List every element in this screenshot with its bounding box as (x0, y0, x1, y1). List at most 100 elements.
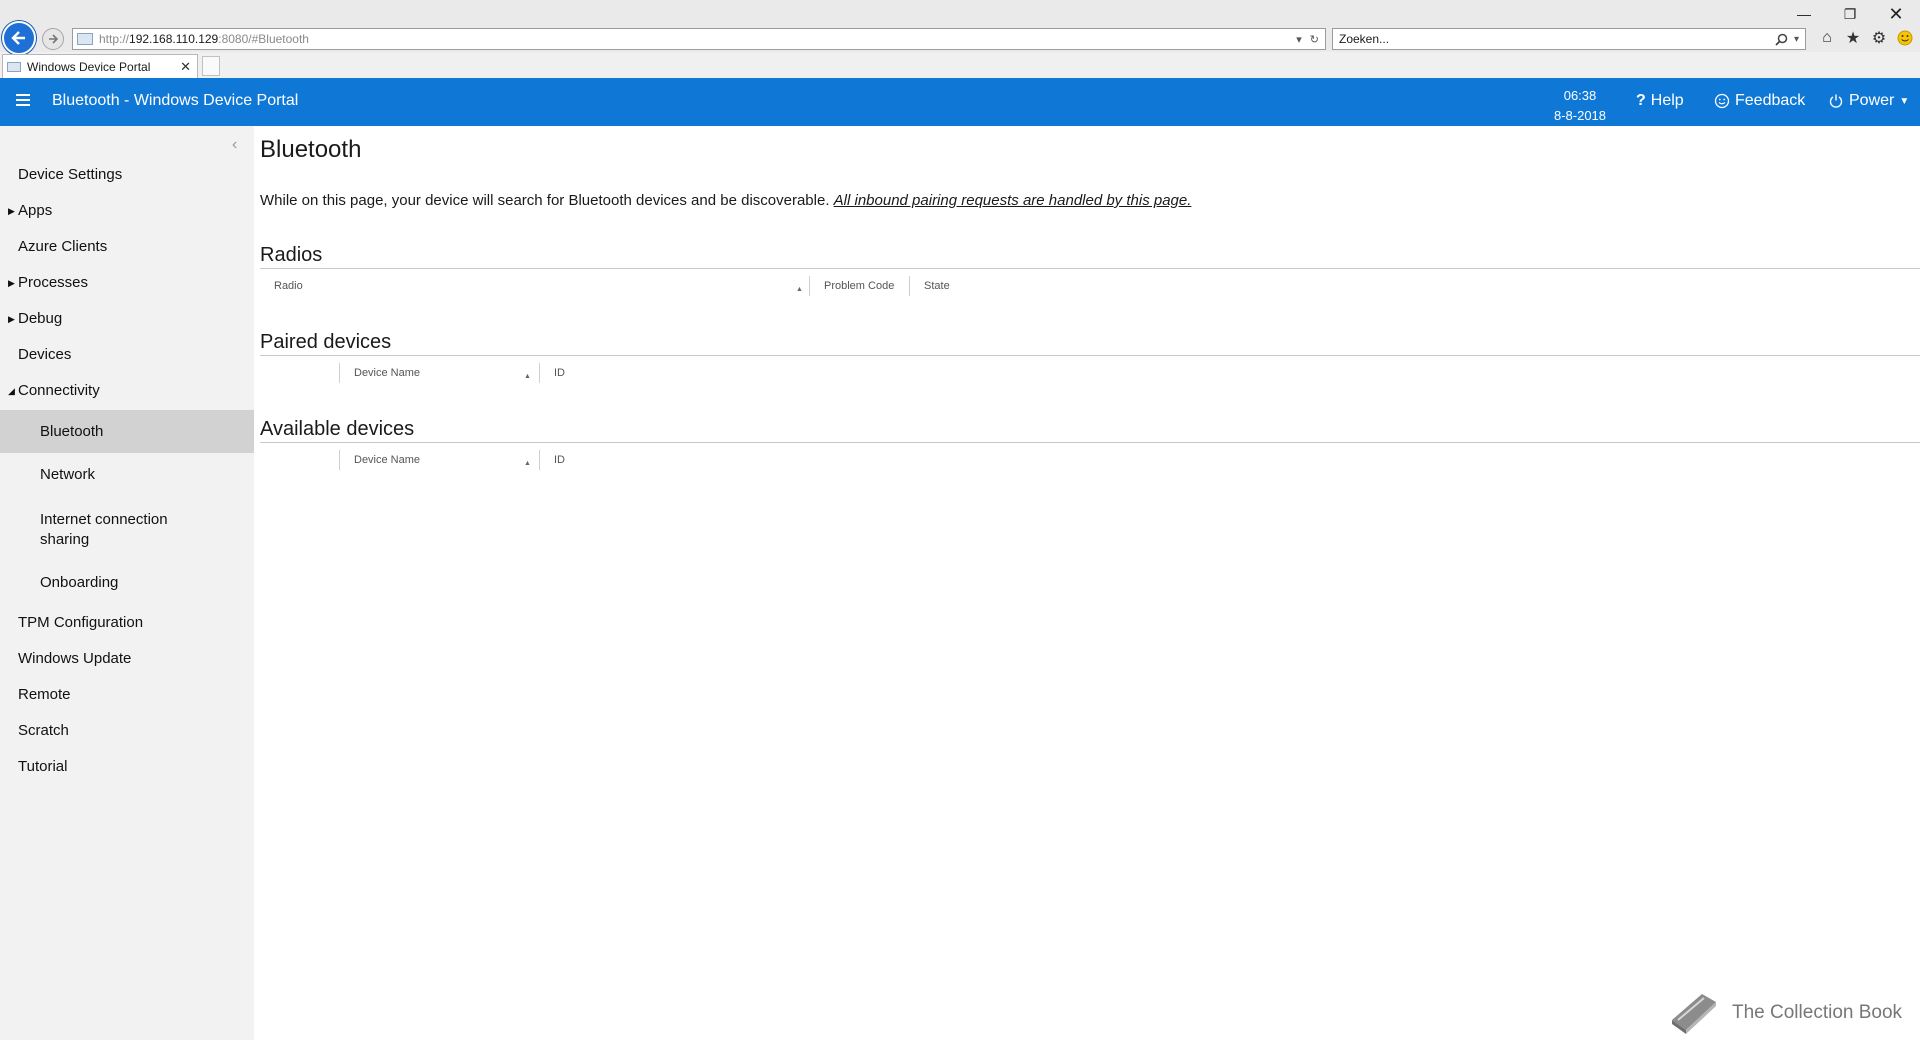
sidebar-item-scratch[interactable]: Scratch (0, 722, 254, 746)
forward-button[interactable] (42, 28, 64, 50)
chevron-down-icon: ▼ (1899, 95, 1910, 107)
site-favicon-icon (77, 33, 93, 45)
section-divider (260, 355, 1920, 356)
feedback-smiley-icon (1714, 93, 1730, 109)
sidebar-item-processes[interactable]: ▶ Processes (0, 274, 254, 298)
expand-caret-icon: ▶ (8, 278, 15, 288)
power-button[interactable]: Power ▼ (1828, 92, 1909, 110)
sidebar-item-device-settings[interactable]: Device Settings (0, 166, 254, 190)
dropdown-icon[interactable]: ▾ (1296, 33, 1302, 46)
sidebar-item-label: Scratch (18, 722, 69, 739)
sort-ascending-icon[interactable]: ▲ (524, 460, 531, 467)
sidebar-item-label: Onboarding (40, 574, 119, 591)
address-bar[interactable]: http://192.168.110.129:8080/#Bluetooth ▾… (72, 28, 1326, 50)
minimize-icon[interactable]: — (1784, 2, 1824, 26)
watermark: The Collection Book (1668, 990, 1902, 1036)
sidebar-item-label: Internet connection sharing (40, 511, 168, 548)
settings-gear-icon[interactable]: ⚙ (1870, 29, 1888, 47)
sidebar-item-debug[interactable]: ▶ Debug (0, 310, 254, 334)
tab-title: Windows Device Portal (27, 59, 151, 74)
help-button[interactable]: ? Help (1636, 92, 1684, 110)
book-icon (1672, 994, 1716, 1034)
search-box[interactable]: Zoeken... ▾ (1332, 28, 1806, 50)
sidebar-item-remote[interactable]: Remote (0, 686, 254, 710)
browser-chrome: http://192.168.110.129:8080/#Bluetooth ▾… (0, 0, 1920, 78)
power-icon (1829, 94, 1843, 108)
sidebar-item-apps[interactable]: ▶ Apps (0, 202, 254, 226)
header-time: 06:38 (1563, 88, 1597, 103)
tab-close-icon[interactable]: ✕ (180, 59, 191, 75)
radios-col-radio[interactable]: Radio (274, 280, 303, 292)
radios-col-problem-code[interactable]: Problem Code (824, 280, 894, 292)
sidebar-item-label: TPM Configuration (18, 614, 144, 631)
sidebar-item-connectivity[interactable]: ◢ Connectivity (0, 382, 254, 406)
sidebar-item-label: Debug (18, 310, 63, 327)
search-placeholder: Zoeken... (1339, 32, 1390, 46)
available-col-id[interactable]: ID (554, 454, 565, 466)
sidebar-item-network[interactable]: Network (0, 466, 254, 490)
back-button[interactable] (2, 21, 36, 55)
header-date: 8-8-2018 (1553, 108, 1607, 123)
restore-icon[interactable]: ❐ (1830, 2, 1870, 26)
home-icon[interactable]: ⌂ (1818, 29, 1836, 47)
paired-col-device-name[interactable]: Device Name (354, 367, 420, 379)
sidebar-item-label: Network (40, 466, 96, 483)
intro-description: While on this page, your device will sea… (260, 192, 834, 209)
main-content: Bluetooth While on this page, your devic… (254, 126, 1920, 1040)
sort-ascending-icon[interactable]: ▲ (524, 373, 531, 380)
favorites-star-icon[interactable]: ★ (1844, 29, 1862, 47)
sidebar-item-label: Remote (18, 686, 71, 703)
back-icon (11, 31, 25, 45)
feedback-label: Feedback (1735, 92, 1806, 109)
sort-ascending-icon[interactable]: ▲ (796, 286, 803, 293)
intro-text: While on this page, your device will sea… (260, 192, 1191, 209)
power-label: Power (1849, 92, 1895, 109)
new-tab-button[interactable] (202, 56, 220, 76)
search-icon[interactable] (1775, 33, 1788, 46)
radios-col-state[interactable]: State (924, 280, 950, 292)
sidebar-item-label: Bluetooth (40, 423, 104, 440)
tab-favicon-icon (7, 61, 21, 72)
available-col-device-name[interactable]: Device Name (354, 454, 420, 466)
column-separator (539, 363, 540, 383)
sidebar-item-windows-update[interactable]: Windows Update (0, 650, 254, 674)
sidebar-item-label: Devices (18, 346, 72, 363)
url-scheme: http:// (99, 32, 130, 46)
sidebar: ‹ Device Settings ▶ Apps Azure Clients ▶… (0, 126, 254, 1040)
sidebar-item-azure-clients[interactable]: Azure Clients (0, 238, 254, 262)
close-icon[interactable]: ✕ (1876, 2, 1916, 26)
watermark-text: The Collection Book (1732, 1002, 1903, 1023)
sidebar-item-devices[interactable]: Devices (0, 346, 254, 370)
sidebar-item-onboarding[interactable]: Onboarding (0, 574, 254, 598)
sidebar-item-label: Azure Clients (18, 238, 108, 255)
url-host: 192.168.110.129 (129, 32, 219, 46)
column-separator (809, 276, 810, 296)
search-dropdown-icon[interactable]: ▾ (1794, 34, 1799, 45)
expand-caret-icon: ▶ (8, 314, 15, 324)
smiley-icon[interactable] (1896, 29, 1914, 47)
sidebar-item-bluetooth[interactable]: Bluetooth (0, 410, 254, 453)
sidebar-item-tpm-configuration[interactable]: TPM Configuration (0, 614, 254, 638)
section-divider (260, 442, 1920, 443)
hamburger-menu-icon[interactable] (16, 94, 30, 106)
header-datetime: 06:38 8-8-2018 (1540, 86, 1620, 126)
sidebar-item-internet-connection-sharing[interactable]: Internet connection sharing (0, 510, 254, 552)
collapse-caret-icon: ◢ (8, 386, 15, 396)
sidebar-item-label: Apps (18, 202, 53, 219)
url-path: :8080/#Bluetooth (218, 32, 309, 46)
column-separator (539, 450, 540, 470)
paired-section-title: Paired devices (260, 331, 392, 353)
column-separator (909, 276, 910, 296)
tab-bar: Windows Device Portal ✕ (0, 54, 1920, 78)
expand-caret-icon: ▶ (8, 206, 15, 216)
collapse-sidebar-icon[interactable]: ‹ (232, 136, 237, 154)
app-title: Bluetooth - Windows Device Portal (52, 92, 299, 109)
paired-col-id[interactable]: ID (554, 367, 565, 379)
column-separator (339, 450, 340, 470)
tab-windows-device-portal[interactable]: Windows Device Portal ✕ (2, 54, 198, 78)
sidebar-item-label: Processes (18, 274, 89, 291)
feedback-button[interactable]: Feedback (1714, 92, 1805, 110)
sidebar-item-label: Device Settings (18, 166, 123, 183)
refresh-icon[interactable]: ↻ (1310, 33, 1319, 46)
sidebar-item-tutorial[interactable]: Tutorial (0, 758, 254, 782)
